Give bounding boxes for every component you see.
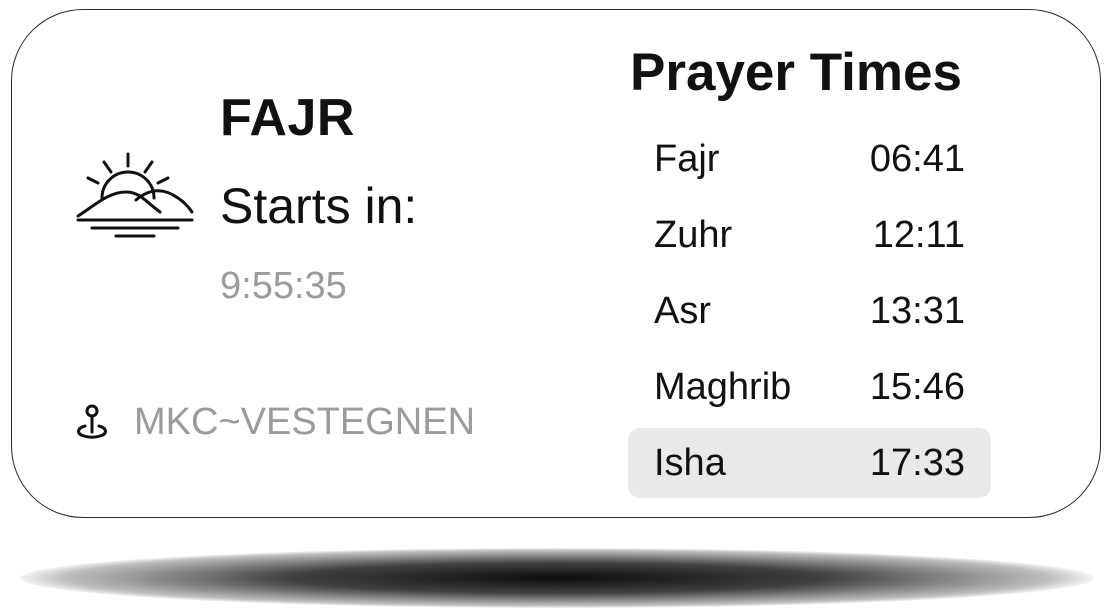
location-row[interactable]: MKC~VESTEGNEN <box>72 398 475 446</box>
prayer-label: Isha <box>654 442 726 484</box>
starts-in-label: Starts in: <box>220 178 418 234</box>
location-name: MKC~VESTEGNEN <box>134 401 476 443</box>
stage: FAJR Starts in: 9:55:35 MKC~VESTEGNEN Pr… <box>0 0 1114 615</box>
prayer-row-isha: Isha 17:33 <box>628 428 991 498</box>
widget-shadow <box>20 548 1094 608</box>
prayer-time: 17:33 <box>869 442 965 484</box>
prayer-row-asr: Asr 13:31 <box>628 276 991 346</box>
prayer-row-zuhr: Zuhr 12:11 <box>628 200 991 270</box>
prayer-times-title: Prayer Times <box>630 43 962 102</box>
location-pin-icon <box>77 404 107 439</box>
prayer-time: 06:41 <box>869 138 965 180</box>
countdown-timer: 9:55:35 <box>220 265 347 307</box>
prayer-label: Maghrib <box>654 366 792 408</box>
prayer-label: Fajr <box>654 138 720 180</box>
prayer-times-list: Fajr 06:41 Zuhr 12:11 Asr 13:31 Maghrib … <box>628 124 991 504</box>
prayer-time: 13:31 <box>869 290 965 332</box>
prayer-label: Asr <box>654 290 711 332</box>
prayer-time: 12:11 <box>872 214 965 256</box>
prayer-row-fajr: Fajr 06:41 <box>628 124 991 194</box>
sunrise-icon <box>76 152 194 238</box>
prayer-row-maghrib: Maghrib 15:46 <box>628 352 991 422</box>
next-prayer-name: FAJR <box>220 89 355 147</box>
prayer-label: Zuhr <box>654 214 733 256</box>
prayer-time: 15:46 <box>869 366 965 408</box>
